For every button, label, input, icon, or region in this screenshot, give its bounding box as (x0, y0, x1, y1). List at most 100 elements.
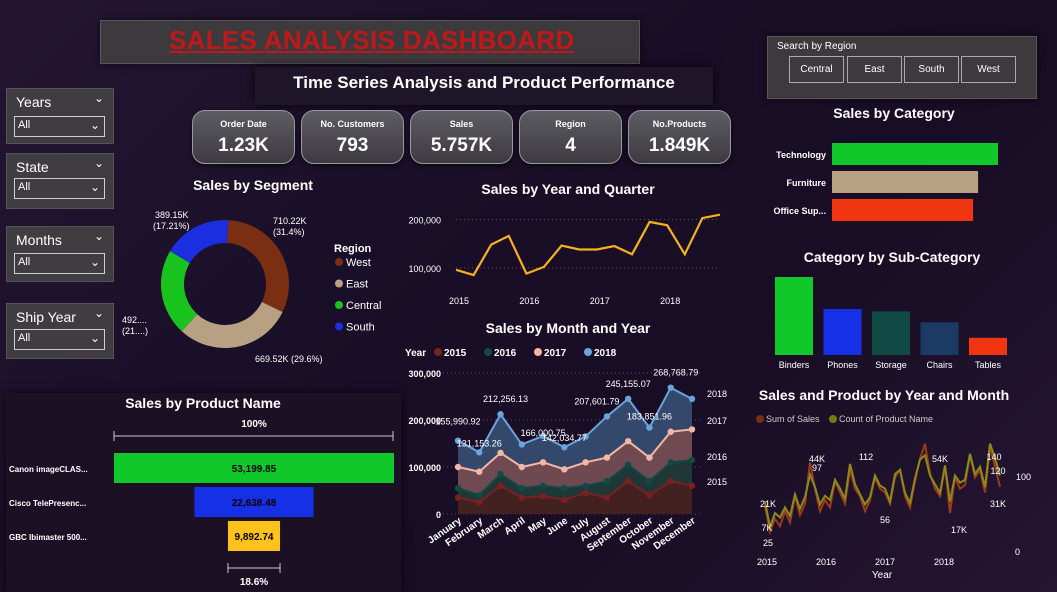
data-label: 245,155.07 (606, 379, 651, 389)
category-label: Office Sup... (773, 206, 826, 216)
legend-swatch (484, 348, 492, 356)
point-2018[interactable] (497, 411, 504, 418)
segment-slice-east[interactable] (181, 301, 283, 349)
x-tick-label: 2015 (757, 557, 777, 567)
bar-value-label: 53,199.85 (232, 464, 277, 475)
data-label: 155,990.92 (435, 417, 480, 427)
charts-canvas: Sales by Segment 710.22K (31.4%) 669.52K … (9, 105, 1031, 588)
subcategory-bar[interactable] (823, 308, 862, 355)
product-name-label: GBC Ibimaster 500... (9, 533, 87, 542)
segment-donut (161, 219, 289, 349)
point-2016[interactable] (518, 484, 526, 492)
point-2018[interactable] (667, 384, 674, 391)
legend-item: 2015 (444, 348, 467, 359)
point-2017[interactable] (582, 459, 589, 466)
data-label: 207,601.79 (574, 396, 619, 406)
point-2015[interactable] (497, 482, 504, 489)
legend-item: 2017 (544, 348, 567, 359)
legend-swatch (335, 258, 343, 266)
legend-item: Count of Product Name (839, 414, 933, 424)
point-2016[interactable] (476, 492, 483, 499)
point-2017[interactable] (561, 466, 568, 473)
point-2016[interactable] (561, 484, 568, 492)
point-2018[interactable] (476, 449, 483, 456)
point-2015[interactable] (688, 482, 696, 489)
point-2018[interactable] (624, 395, 632, 402)
annotation-label: 112 (859, 452, 873, 462)
point-2015[interactable] (646, 492, 653, 499)
legend-item: Sum of Sales (766, 414, 820, 424)
annotation-label: 25 (763, 538, 773, 548)
segment-label-west: 710.22K (31.4%) (273, 216, 307, 237)
segment-label-east: 669.52K (29.6%) (255, 354, 323, 364)
point-2016[interactable] (497, 470, 504, 478)
point-2015[interactable] (561, 496, 568, 504)
x-tick-label: April (503, 515, 528, 537)
point-2015[interactable] (624, 477, 632, 485)
point-2017[interactable] (476, 468, 483, 475)
subcategory-bar[interactable] (969, 337, 1007, 355)
annotation-label: 140 (986, 452, 1001, 462)
category-bar[interactable] (832, 143, 998, 165)
bar-value-label: 9,892.74 (235, 532, 274, 543)
point-2018[interactable] (688, 395, 696, 403)
year-quarter-chart: 100,000 200,000 2015 2016 2017 2018 (408, 213, 721, 306)
point-2016[interactable] (454, 484, 462, 492)
segment-label-south: 389.15K (17.21%) (153, 210, 190, 231)
subcategory-bar[interactable] (775, 277, 813, 355)
top-percent-label: 100% (241, 419, 267, 430)
point-2016[interactable] (688, 456, 696, 464)
point-2017[interactable] (518, 463, 526, 471)
data-label: 142,034.77 (542, 433, 587, 443)
segment-slice-central[interactable] (161, 251, 198, 332)
annotation-label: 120 (990, 466, 1005, 476)
point-2018[interactable] (561, 444, 568, 451)
point-2017[interactable] (624, 437, 632, 445)
point-2017[interactable] (667, 428, 674, 435)
subcategory-bar[interactable] (920, 322, 959, 355)
point-2015[interactable] (518, 494, 526, 501)
point-2017[interactable] (497, 449, 504, 457)
y-tick-label: 300,000 (408, 369, 441, 379)
point-2016[interactable] (603, 477, 611, 485)
category-bar[interactable] (832, 171, 979, 193)
legend-item: Central (346, 300, 381, 312)
month-year-chart: Year 2015 2016 2017 20180100,000200,000300,0… (405, 348, 727, 554)
point-2016[interactable] (582, 482, 589, 489)
point-2015[interactable] (603, 494, 611, 501)
point-2018[interactable] (518, 441, 526, 448)
point-2016[interactable] (646, 477, 653, 485)
point-2015[interactable] (667, 477, 674, 485)
point-2016[interactable] (667, 459, 674, 466)
point-2017[interactable] (688, 426, 696, 433)
point-2015[interactable] (454, 494, 462, 501)
category-bar[interactable] (832, 199, 974, 221)
subcategory-bar[interactable] (872, 311, 910, 355)
series-end-label: 2016 (707, 452, 727, 462)
point-2017[interactable] (454, 463, 462, 471)
point-2017[interactable] (646, 454, 653, 461)
legend-swatch (335, 322, 343, 331)
year-quarter-title: Sales by Year and Quarter (481, 181, 655, 197)
product-name-label: Cisco TelePresenc... (9, 499, 86, 508)
point-2016[interactable] (539, 482, 547, 489)
legend-item: West (346, 257, 371, 269)
annotation-label: 21K (760, 499, 776, 509)
right-axis-tick: 100 (1016, 472, 1031, 482)
point-2017[interactable] (539, 459, 547, 466)
point-2018[interactable] (603, 413, 611, 420)
point-2017[interactable] (603, 454, 611, 461)
x-tick-label: May (527, 515, 550, 535)
series-end-label: 2018 (707, 389, 727, 399)
point-2016[interactable] (624, 461, 632, 468)
x-tick-label: 2016 (519, 296, 539, 306)
data-label: 212,256.13 (483, 394, 528, 404)
point-2015[interactable] (582, 489, 589, 497)
point-2015[interactable] (476, 499, 483, 506)
point-2015[interactable] (539, 492, 547, 500)
product-name-label: Canon imageCLAS... (9, 465, 88, 474)
y-tick-label: 200,000 (408, 216, 441, 226)
point-2018[interactable] (646, 424, 653, 431)
x-tick-label: 2017 (875, 557, 895, 567)
legend-swatch (584, 348, 592, 356)
